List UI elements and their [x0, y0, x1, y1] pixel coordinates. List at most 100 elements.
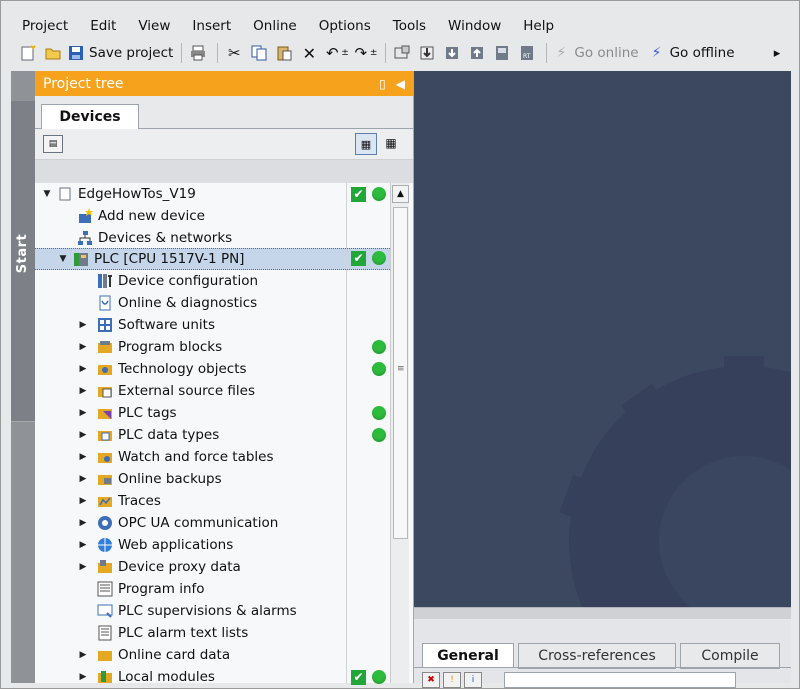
go-online-icon: ⚡	[556, 45, 567, 61]
new-project-button[interactable]	[17, 41, 39, 65]
tree-node-program-blocks[interactable]: ▶ Program blocks	[35, 336, 390, 358]
delete-button[interactable]: ✕	[298, 41, 320, 65]
web-apps-icon	[97, 537, 113, 553]
simulation-button[interactable]	[491, 41, 513, 65]
opc-ua-icon	[97, 515, 113, 531]
tree-node-traces[interactable]: ▶ Traces	[35, 490, 390, 512]
print-button[interactable]	[187, 41, 209, 65]
tree-node-plc-tags[interactable]: ▶ PLC tags	[35, 402, 390, 424]
menu-help[interactable]: Help	[512, 18, 565, 34]
project-tree-toolbar: ▤ ▦ ▦	[35, 129, 413, 159]
tree-node-external-source-files[interactable]: ▶ External source files	[35, 380, 390, 402]
tree-node-software-units[interactable]: ▶ Software units	[35, 314, 390, 336]
tree-node-local-modules[interactable]: ▶ Online card data Local modules	[35, 666, 390, 688]
tree-node-watch-force-tables[interactable]: ▶ Watch and force tables	[35, 446, 390, 468]
upload-button[interactable]	[466, 41, 488, 65]
tree-node-online-card-data[interactable]: ▶ Online card data	[35, 644, 390, 666]
paste-button[interactable]	[273, 41, 295, 65]
collapsed-arrow-icon[interactable]: ▶	[77, 320, 89, 330]
device-config-icon	[97, 273, 113, 289]
paste-icon	[275, 44, 293, 62]
tree-node-opc-ua[interactable]: ▶ OPC UA communication	[35, 512, 390, 534]
collapsed-arrow-icon[interactable]: ▶	[77, 562, 89, 572]
tree-node-device-proxy-data[interactable]: ▶ Device proxy data	[35, 556, 390, 578]
start-tab[interactable]: Start	[11, 101, 35, 422]
runtime-button[interactable]: RT	[516, 41, 538, 65]
cut-button[interactable]: ✂	[223, 41, 245, 65]
collapsed-arrow-icon[interactable]: ▶	[77, 430, 89, 440]
collapsed-arrow-icon[interactable]: ▶	[77, 496, 89, 506]
download-to-device-button[interactable]	[416, 41, 438, 65]
collapsed-arrow-icon[interactable]: ▶	[77, 342, 89, 352]
scroll-up-button[interactable]: ▲	[392, 185, 409, 203]
tree-node-plc-data-types[interactable]: ▶ PLC data types	[35, 424, 390, 446]
undo-button[interactable]: ↶ ±	[323, 41, 349, 65]
tree-node-device-configuration[interactable]: Device configuration	[35, 270, 390, 292]
program-info-icon	[97, 581, 113, 597]
go-online-button[interactable]: ⚡ Go online	[552, 41, 638, 65]
tree-node-project[interactable]: ▼ EdgeHowTos_V19	[35, 183, 390, 205]
compile-button[interactable]	[391, 41, 413, 65]
collapsed-arrow-icon[interactable]: ▶	[77, 518, 89, 528]
save-project-button[interactable]: Save project	[67, 41, 173, 65]
collapsed-arrow-icon[interactable]: ▶	[77, 474, 89, 484]
scroll-thumb[interactable]: ≡	[393, 207, 408, 539]
tree-node-plc[interactable]: ▼ PLC [CPU 1517V-1 PN]	[35, 248, 390, 270]
download-button[interactable]	[441, 41, 463, 65]
collapsed-arrow-icon[interactable]: ▶	[77, 650, 89, 660]
tree-node-supervisions-alarms[interactable]: PLC supervisions & alarms	[35, 600, 390, 622]
menu-view[interactable]: View	[127, 18, 181, 34]
go-offline-button[interactable]: ⚡ Go offline	[648, 41, 735, 65]
upload-icon	[468, 44, 486, 62]
tree-node-label: PLC data types	[118, 427, 220, 443]
collapse-panel-icon[interactable]: ◀	[396, 77, 405, 91]
expanded-arrow-icon[interactable]: ▼	[41, 189, 53, 199]
menu-edit[interactable]: Edit	[79, 18, 127, 34]
overview-view-icon[interactable]: ▦	[355, 133, 377, 155]
online-ok-icon	[372, 406, 386, 420]
tree-node-web-applications[interactable]: ▶ Web applications	[35, 534, 390, 556]
menu-online[interactable]: Online	[242, 18, 308, 34]
main-toolbar: Save project ✂ ✕ ↶ ± ↷ ± RT ⚡ Go online …	[17, 39, 791, 67]
open-project-button[interactable]	[42, 41, 64, 65]
menu-insert[interactable]: Insert	[181, 18, 242, 34]
pin-icon[interactable]: ▯	[379, 77, 386, 91]
warning-filter-icon[interactable]: !	[443, 672, 461, 688]
collapsed-arrow-icon[interactable]: ▶	[77, 540, 89, 550]
menu-tools[interactable]: Tools	[382, 18, 437, 34]
tree-node-devices-networks[interactable]: Devices & networks	[35, 227, 390, 249]
toolbar-overflow-button[interactable]: ▸	[766, 41, 788, 65]
tree-node-online-backups[interactable]: ▶ Online backups	[35, 468, 390, 490]
download-arrow-icon	[443, 44, 461, 62]
tab-compile[interactable]: Compile	[680, 643, 780, 669]
menu-options[interactable]: Options	[308, 18, 382, 34]
expanded-arrow-icon[interactable]: ▼	[57, 254, 69, 264]
tree-node-alarm-text-lists[interactable]: PLC alarm text lists	[35, 622, 390, 644]
diagnostics-icon	[97, 295, 113, 311]
collapsed-arrow-icon[interactable]: ▶	[77, 364, 89, 374]
menu-project[interactable]: Project	[11, 18, 79, 34]
collapsed-arrow-icon[interactable]: ▶	[77, 386, 89, 396]
copy-button[interactable]	[248, 41, 270, 65]
collapsed-arrow-icon[interactable]: ▶	[77, 408, 89, 418]
tree-node-program-info[interactable]: Program info	[35, 578, 390, 600]
collapsed-arrow-icon[interactable]: ▶	[77, 452, 89, 462]
inspector-window: General Cross-references Compile ✖ ! i	[414, 619, 791, 688]
plc-tags-icon	[97, 405, 113, 421]
tab-devices[interactable]: Devices	[41, 104, 139, 129]
menu-window[interactable]: Window	[437, 18, 512, 34]
tree-node-online-diagnostics[interactable]: Online & diagnostics	[35, 292, 390, 314]
properties-icon[interactable]: ▤	[43, 135, 63, 153]
redo-button[interactable]: ↷ ±	[352, 41, 378, 65]
error-filter-icon[interactable]: ✖	[422, 672, 440, 688]
tab-general[interactable]: General	[422, 643, 514, 668]
info-filter-icon[interactable]: i	[464, 672, 482, 688]
collapsed-arrow-icon[interactable]: ▶	[77, 672, 89, 682]
tab-cross-references[interactable]: Cross-references	[518, 643, 676, 669]
tree-node-technology-objects[interactable]: ▶ Technology objects	[35, 358, 390, 380]
tree-scrollbar[interactable]: ▲ ≡	[390, 183, 409, 683]
tree-node-add-new-device[interactable]: Add new device	[35, 205, 390, 227]
inspector-filter-field[interactable]	[504, 672, 736, 688]
add-table-icon[interactable]: ▦	[381, 133, 401, 153]
runtime-icon: RT	[518, 44, 536, 62]
